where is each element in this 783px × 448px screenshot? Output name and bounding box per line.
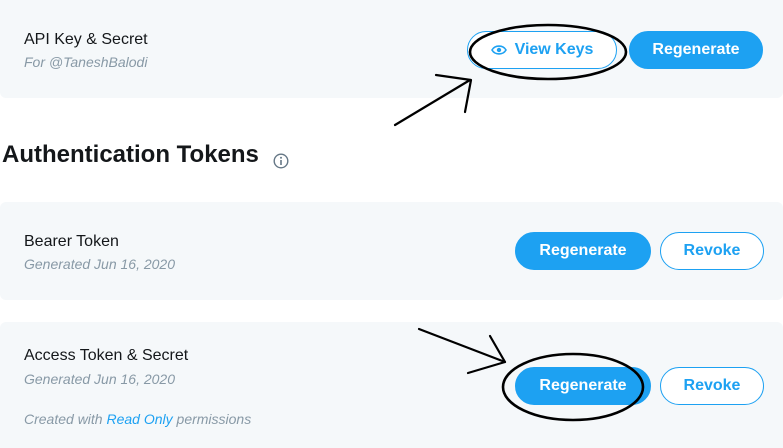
info-icon[interactable] [273,148,289,169]
auth-tokens-heading: Authentication Tokens [2,141,289,169]
permissions-suffix: permissions [176,411,252,427]
access-token-generated: Generated Jun 16, 2020 [24,371,176,387]
access-regenerate-button[interactable]: Regenerate [515,367,651,405]
bearer-token-generated: Generated Jun 16, 2020 [24,256,176,272]
view-keys-label: View Keys [514,41,594,58]
access-revoke-button[interactable]: Revoke [660,367,764,405]
api-key-title: API Key & Secret [24,31,148,48]
permissions-prefix: Created with [24,411,103,427]
read-only-link[interactable]: Read Only [106,411,172,427]
app-keys-page: API Key & Secret For @TaneshBalodi View … [0,0,783,448]
view-keys-button[interactable]: View Keys [467,31,617,69]
access-token-card: Access Token & Secret Generated Jun 16, … [0,322,783,448]
api-key-card: API Key & Secret For @TaneshBalodi View … [0,0,783,98]
auth-tokens-title: Authentication Tokens [2,141,259,168]
access-token-title: Access Token & Secret [24,347,189,364]
bearer-token-card: Bearer Token Generated Jun 16, 2020 Rege… [0,202,783,300]
eye-icon [490,44,507,56]
bearer-regenerate-button[interactable]: Regenerate [515,232,651,270]
api-key-owner: For @TaneshBalodi [24,54,148,70]
bearer-revoke-button[interactable]: Revoke [660,232,764,270]
api-key-regenerate-button[interactable]: Regenerate [629,31,763,69]
access-permissions-text: Created with Read Only permissions [24,411,251,427]
bearer-token-title: Bearer Token [24,233,119,250]
